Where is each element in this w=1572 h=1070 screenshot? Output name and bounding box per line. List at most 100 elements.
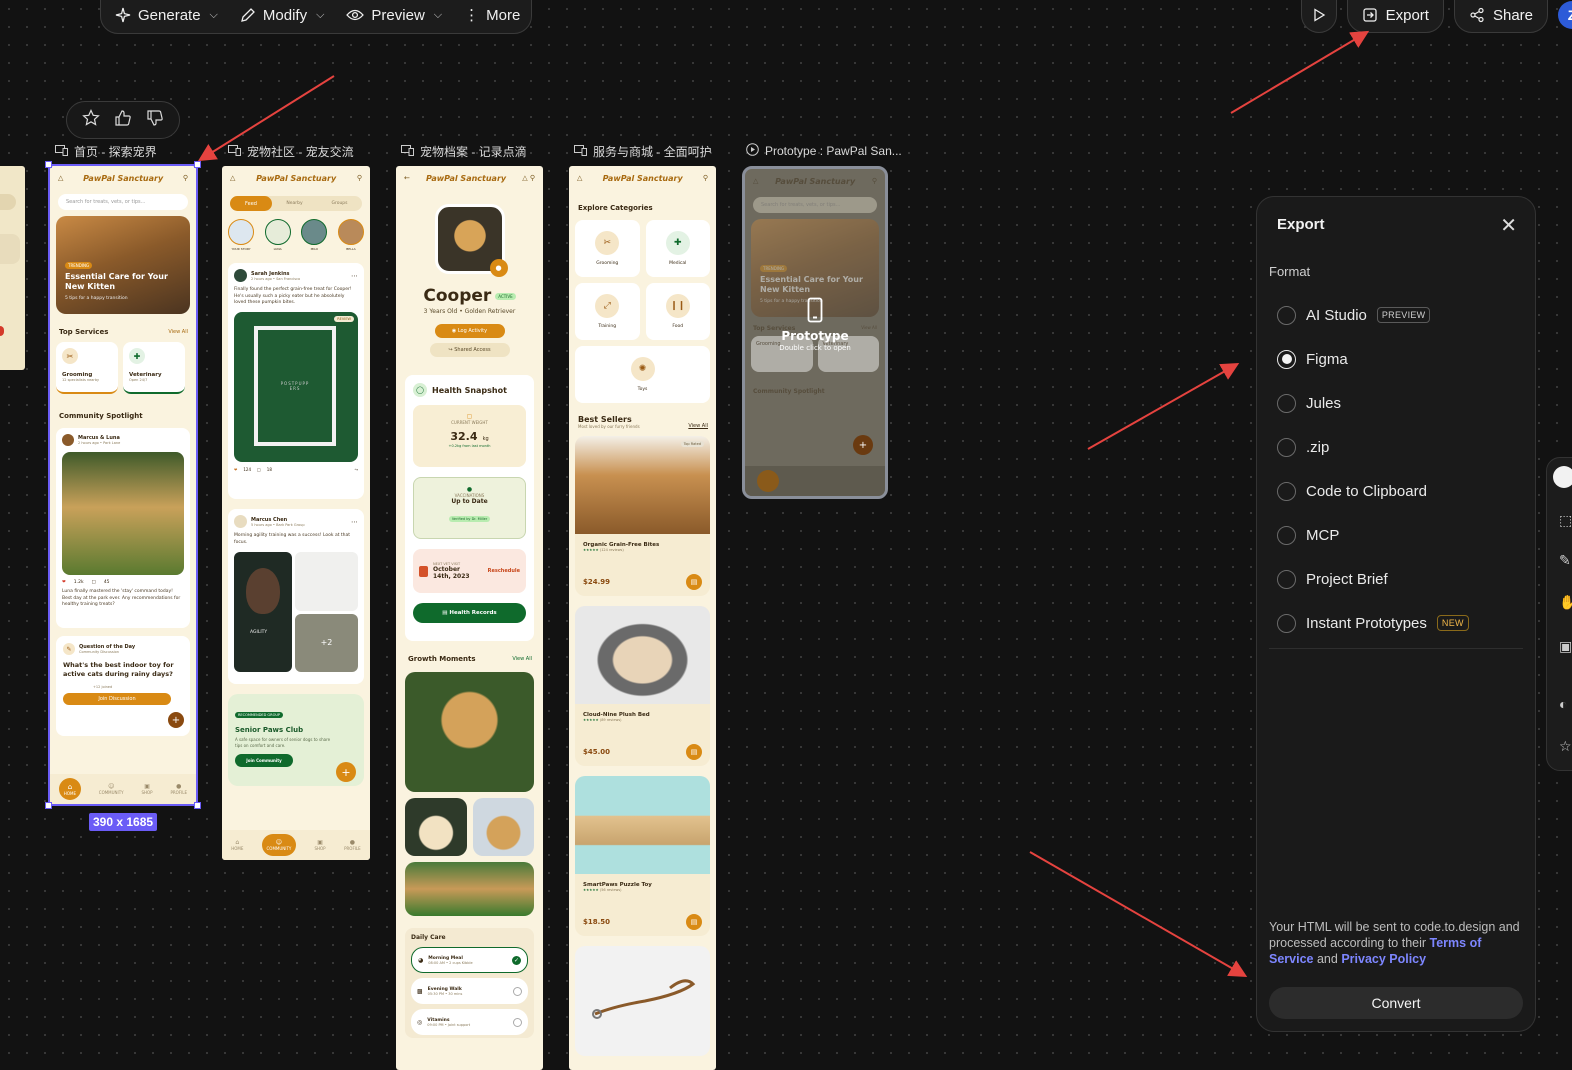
nav-profile[interactable]: ● PROFILE (170, 783, 187, 795)
view-all-link[interactable]: View All (688, 423, 708, 429)
search-icon[interactable]: ⚲ (703, 174, 708, 182)
care-item[interactable]: ◎ Vitamins 09:00 PM • Joint support (411, 1009, 528, 1035)
growth-photo[interactable] (405, 798, 467, 856)
radio-button[interactable] (1277, 393, 1296, 413)
share-icon[interactable]: ↪ (355, 467, 358, 472)
generate-menu[interactable]: Generate ⌵ (115, 7, 218, 24)
format-option-mcp[interactable]: MCP (1277, 513, 1527, 557)
product-image[interactable] (575, 946, 710, 1056)
vet-visit-card[interactable]: NEXT VET VISIT October 14th, 2023 Resche… (413, 549, 526, 593)
cursor-tool[interactable] (1553, 466, 1572, 488)
format-option-ai-studio[interactable]: AI Studio PREVIEW (1277, 293, 1527, 337)
resize-handle[interactable] (194, 161, 201, 168)
privacy-link[interactable]: Privacy Policy (1341, 952, 1426, 966)
frame-label-shop[interactable]: 服务与商城 - 全面呵护 (574, 143, 712, 160)
search-input[interactable]: Search for treats, vets, or tips... (58, 194, 188, 210)
care-item[interactable]: ▩ Evening Walk 05:30 PM • 30 mins (411, 978, 528, 1004)
share-button[interactable]: Share (1453, 0, 1548, 33)
header-icons[interactable]: △ ⚲ (522, 174, 535, 182)
more-horizontal-icon[interactable]: ⋯ (351, 272, 358, 280)
growth-photo[interactable] (405, 862, 534, 916)
modify-menu[interactable]: Modify ⌵ (240, 7, 324, 24)
checkbox-icon[interactable] (513, 986, 522, 996)
star-icon[interactable]: ☆ (1559, 738, 1572, 754)
product-card[interactable]: SmartPaws Puzzle Toy ★★★★★ (56 reviews) … (575, 776, 710, 936)
story-item[interactable]: LUNA (264, 219, 291, 251)
back-arrow-icon[interactable]: ← (404, 174, 410, 182)
preview-menu[interactable]: Preview ⌵ (346, 7, 442, 24)
more-photos-tile[interactable]: +2 (295, 613, 358, 672)
close-icon[interactable]: ✕ (1500, 213, 1517, 238)
add-button[interactable]: + (336, 762, 356, 782)
star-icon[interactable] (82, 108, 100, 132)
play-button[interactable] (1300, 0, 1337, 33)
radio-button[interactable] (1277, 481, 1296, 501)
radio-button[interactable] (1277, 525, 1296, 545)
tab-groups[interactable]: Groups (317, 201, 362, 206)
service-card-grooming[interactable]: ✂ Grooming 12 specialists nearby (56, 342, 118, 394)
community-screen-frame[interactable]: △ PawPal Sanctuary ⚲ Feed Nearby Groups … (222, 166, 370, 860)
growth-photo[interactable] (405, 672, 534, 792)
nav-home[interactable]: ⌂ HOME (231, 839, 243, 851)
comment-icon[interactable]: □ (257, 467, 261, 472)
profile-screen-frame[interactable]: ← PawPal Sanctuary △ ⚲ ● Cooper ACTIVE 3… (396, 166, 543, 1070)
frame-label-home[interactable]: 首页 - 探索宠界 (55, 143, 157, 160)
add-to-cart-button[interactable]: ▤ (686, 914, 702, 930)
palette-icon[interactable]: ◐ (1559, 696, 1572, 712)
reschedule-link[interactable]: Reschedule (488, 568, 520, 574)
select-area-icon[interactable]: ⬚ (1559, 512, 1572, 528)
log-activity-button[interactable]: ◉ Log Activity (434, 324, 505, 338)
nav-shop[interactable]: ▣ SHOP (141, 783, 152, 795)
thumbs-down-icon[interactable] (146, 109, 164, 132)
nav-profile[interactable]: ● PROFILE (344, 839, 361, 851)
tab-feed[interactable]: Feed (230, 196, 272, 211)
category-food[interactable]: ❙❙ Food (645, 283, 710, 340)
image-icon[interactable]: ▣ (1559, 638, 1572, 654)
feed-post-card[interactable]: Marcus Chen 5 hours ago • Bark Park Grou… (228, 509, 364, 684)
nav-shop[interactable]: ▣ SHOP (314, 839, 325, 851)
question-card[interactable]: ✎ Question of the Day Community Discussi… (56, 636, 190, 736)
export-button[interactable]: Export (1346, 0, 1444, 33)
more-menu[interactable]: ⋮ More (464, 6, 520, 25)
shop-screen-frame[interactable]: △ PawPal Sanctuary ⚲ Explore Categories … (569, 166, 716, 1070)
nav-community[interactable]: ☺ COMMUNITY (261, 834, 296, 856)
category-toys[interactable]: ✺ Toys (575, 346, 710, 403)
story-item[interactable]: MILO (301, 219, 328, 251)
category-training[interactable]: ⤢ Training (575, 283, 640, 340)
frame-label-prototype[interactable]: Prototype : PawPal San... (746, 143, 902, 159)
format-option-clipboard[interactable]: Code to Clipboard (1277, 469, 1527, 513)
join-community-button[interactable]: Join Community (235, 754, 293, 767)
resize-handle[interactable] (45, 161, 52, 168)
convert-button[interactable]: Convert (1269, 987, 1523, 1019)
format-option-instant-prototypes[interactable]: Instant Prototypes NEW (1277, 601, 1527, 645)
view-all-link[interactable]: View All (168, 329, 188, 335)
growth-photo[interactable] (472, 798, 534, 856)
community-post-card[interactable]: Marcus & Luna 2 hours ago • Park Lane ❤ … (56, 428, 190, 628)
join-discussion-button[interactable]: Join Discussion (63, 693, 171, 705)
user-avatar[interactable]: Z (1558, 1, 1572, 29)
view-all-link[interactable]: View All (512, 656, 532, 662)
health-records-button[interactable]: ▤ Health Records (413, 603, 526, 623)
category-medical[interactable]: ✚ Medical (645, 220, 710, 277)
care-item[interactable]: ◕ Morning Meal 08:00 AM • 2 cups Kibble ✓ (411, 947, 528, 973)
search-icon[interactable]: ⚲ (357, 174, 362, 182)
comment-icon[interactable]: □ (92, 580, 96, 585)
add-to-cart-button[interactable]: ▤ (686, 744, 702, 760)
add-button[interactable]: + (168, 712, 184, 728)
product-card[interactable]: Top Rated Organic Grain-Free Bites ★★★★★… (575, 436, 710, 596)
hero-banner[interactable]: TRENDING Essential Care for Your New Kit… (56, 216, 190, 314)
search-icon[interactable]: ⚲ (183, 174, 188, 182)
radio-button[interactable] (1277, 305, 1296, 325)
heart-icon[interactable]: ❤ (234, 467, 237, 472)
frame-label-profile[interactable]: 宠物档案 - 记录点滴 (401, 143, 527, 160)
prototype-overlay[interactable]: Prototype Double click to open (745, 297, 885, 352)
category-grooming[interactable]: ✂ Grooming (575, 220, 640, 277)
radio-button[interactable] (1277, 437, 1296, 457)
radio-button[interactable] (1277, 613, 1296, 633)
resize-handle[interactable] (45, 802, 52, 809)
home-screen-frame[interactable]: △ PawPal Sanctuary ⚲ Search for treats, … (50, 166, 196, 804)
check-icon[interactable]: ✓ (512, 955, 521, 965)
format-option-zip[interactable]: .zip (1277, 425, 1527, 469)
tab-nearby[interactable]: Nearby (272, 201, 317, 206)
format-option-project-brief[interactable]: Project Brief (1277, 557, 1527, 601)
